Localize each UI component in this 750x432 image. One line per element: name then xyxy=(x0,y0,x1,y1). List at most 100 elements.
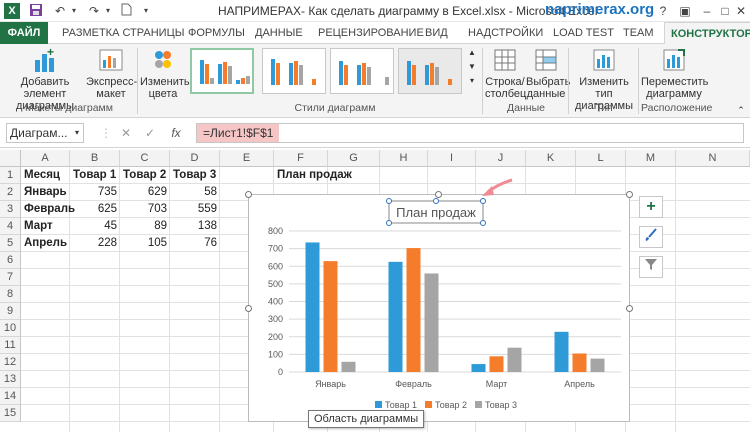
cell[interactable]: Январь xyxy=(21,184,70,201)
collapse-ribbon-icon[interactable]: ⌃ xyxy=(736,104,746,116)
column-header-N[interactable]: N xyxy=(676,150,750,167)
column-header-D[interactable]: D xyxy=(170,150,220,167)
row-header-11[interactable]: 11 xyxy=(0,337,21,354)
chart-title: План продаж xyxy=(396,205,476,220)
move-chart-button[interactable]: Переместить диаграмму xyxy=(641,46,708,100)
cell[interactable]: 735 xyxy=(70,184,120,201)
cell[interactable]: 105 xyxy=(120,235,170,252)
resize-handle[interactable] xyxy=(245,191,252,198)
save-icon[interactable] xyxy=(28,3,44,19)
cell[interactable]: 58 xyxy=(170,184,220,201)
row-header-12[interactable]: 12 xyxy=(0,354,21,371)
tab-constructor[interactable]: КОНСТРУКТОР xyxy=(664,22,750,44)
column-header-E[interactable]: E xyxy=(220,150,274,167)
excel-icon[interactable]: X xyxy=(4,3,20,19)
cell[interactable]: 703 xyxy=(120,201,170,218)
row-header-10[interactable]: 10 xyxy=(0,320,21,337)
tab-data[interactable]: ДАННЫЕ xyxy=(255,22,303,44)
tab-view[interactable]: ВИД xyxy=(425,22,448,44)
chart-filter-icon[interactable] xyxy=(639,256,663,278)
row-header-5[interactable]: 5 xyxy=(0,235,21,252)
enter-icon[interactable]: ✓ xyxy=(140,123,160,143)
row-header-8[interactable]: 8 xyxy=(0,286,21,303)
column-header-H[interactable]: H xyxy=(380,150,428,167)
close-icon[interactable]: ✕ xyxy=(734,2,748,20)
name-box[interactable]: Диаграм... ▾ xyxy=(6,123,84,143)
chart-area[interactable]: План продаж 0 100 200 300 400 500 600 700 800 Янва… xyxy=(248,194,630,422)
cell[interactable]: 45 xyxy=(70,218,120,235)
express-layout-button[interactable]: Экспресс-макет xyxy=(86,46,137,100)
chart-style-3[interactable] xyxy=(330,48,394,94)
cell[interactable]: 89 xyxy=(120,218,170,235)
cell-chart-title-source[interactable]: План продаж xyxy=(274,167,384,184)
resize-handle[interactable] xyxy=(626,191,633,198)
chart-styles-brush-icon[interactable] xyxy=(639,226,663,248)
column-header-J[interactable]: J xyxy=(476,150,526,167)
column-header-M[interactable]: M xyxy=(626,150,676,167)
select-data-button[interactable]: Выбрать данные xyxy=(526,46,570,100)
cell-header[interactable]: Товар 1 xyxy=(70,167,120,184)
column-header-I[interactable]: I xyxy=(428,150,476,167)
switch-row-column-button[interactable]: Строка/ столбец xyxy=(485,46,526,100)
cell[interactable]: Март xyxy=(21,218,70,235)
cell-header[interactable]: Товар 2 xyxy=(120,167,170,184)
chart-style-4[interactable] xyxy=(398,48,462,94)
row-header-9[interactable]: 9 xyxy=(0,303,21,320)
undo-dropdown-icon[interactable]: ▾ xyxy=(66,3,82,19)
tab-load-test[interactable]: LOAD TEST xyxy=(553,22,614,44)
row-header-14[interactable]: 14 xyxy=(0,388,21,405)
ribbon-display-icon[interactable]: ▣ xyxy=(676,2,694,20)
tab-team[interactable]: TEAM xyxy=(623,22,654,44)
column-header-L[interactable]: L xyxy=(576,150,626,167)
column-header-B[interactable]: B xyxy=(70,150,120,167)
cell[interactable]: Апрель xyxy=(21,235,70,252)
cell-header[interactable]: Товар 3 xyxy=(170,167,220,184)
cell[interactable]: 138 xyxy=(170,218,220,235)
minimize-icon[interactable]: – xyxy=(698,2,716,20)
resize-handle[interactable] xyxy=(245,305,252,312)
styles-scroll-buttons[interactable]: ▲ ▼ ▾ xyxy=(466,46,478,88)
column-header-A[interactable]: A xyxy=(21,150,70,167)
redo-dropdown-icon[interactable]: ▾ xyxy=(100,3,116,19)
change-colors-button[interactable]: Изменить цвета xyxy=(140,46,190,100)
cell-header[interactable]: Месяц xyxy=(21,167,70,184)
chart-elements-plus-icon[interactable]: + xyxy=(639,196,663,218)
row-header-4[interactable]: 4 xyxy=(0,218,21,235)
row-header-15[interactable]: 15 xyxy=(0,405,21,422)
chart-style-1[interactable] xyxy=(190,48,254,94)
cell[interactable]: 625 xyxy=(70,201,120,218)
row-header-1[interactable]: 1 xyxy=(0,167,21,184)
row-header-7[interactable]: 7 xyxy=(0,269,21,286)
help-icon[interactable]: ? xyxy=(654,2,672,20)
quick-layout-icon xyxy=(97,46,125,74)
insert-function-icon[interactable]: fx xyxy=(166,123,186,143)
cell[interactable]: Февраль xyxy=(21,201,75,218)
tab-review[interactable]: РЕЦЕНЗИРОВАНИЕ xyxy=(318,22,424,44)
column-header-C[interactable]: C xyxy=(120,150,170,167)
new-file-icon[interactable] xyxy=(118,3,134,19)
cell[interactable]: 559 xyxy=(170,201,220,218)
cell[interactable]: 76 xyxy=(170,235,220,252)
customize-qat-icon[interactable]: ▾ xyxy=(138,3,154,19)
cancel-icon[interactable]: ✕ xyxy=(116,123,136,143)
cell[interactable]: 629 xyxy=(120,184,170,201)
tab-file[interactable]: ФАЙЛ xyxy=(0,22,48,44)
formula-input[interactable]: =Лист1!$F$1 xyxy=(196,123,744,143)
title-handle xyxy=(386,220,392,226)
resize-handle[interactable] xyxy=(435,191,442,198)
tab-formulas[interactable]: ФОРМУЛЫ xyxy=(188,22,245,44)
row-header-3[interactable]: 3 xyxy=(0,201,21,218)
column-header-F[interactable]: F xyxy=(274,150,328,167)
tab-page-layout[interactable]: РАЗМЕТКА СТРАНИЦЫ xyxy=(62,22,184,44)
maximize-icon[interactable]: □ xyxy=(716,2,734,20)
chart-style-2[interactable] xyxy=(262,48,326,94)
column-header-G[interactable]: G xyxy=(328,150,380,167)
select-all-corner[interactable] xyxy=(0,150,21,167)
row-header-6[interactable]: 6 xyxy=(0,252,21,269)
cell[interactable]: 228 xyxy=(70,235,120,252)
tab-addins[interactable]: НАДСТРОЙКИ xyxy=(468,22,543,44)
resize-handle[interactable] xyxy=(626,305,633,312)
row-header-13[interactable]: 13 xyxy=(0,371,21,388)
column-header-K[interactable]: K xyxy=(526,150,576,167)
row-header-2[interactable]: 2 xyxy=(0,184,21,201)
